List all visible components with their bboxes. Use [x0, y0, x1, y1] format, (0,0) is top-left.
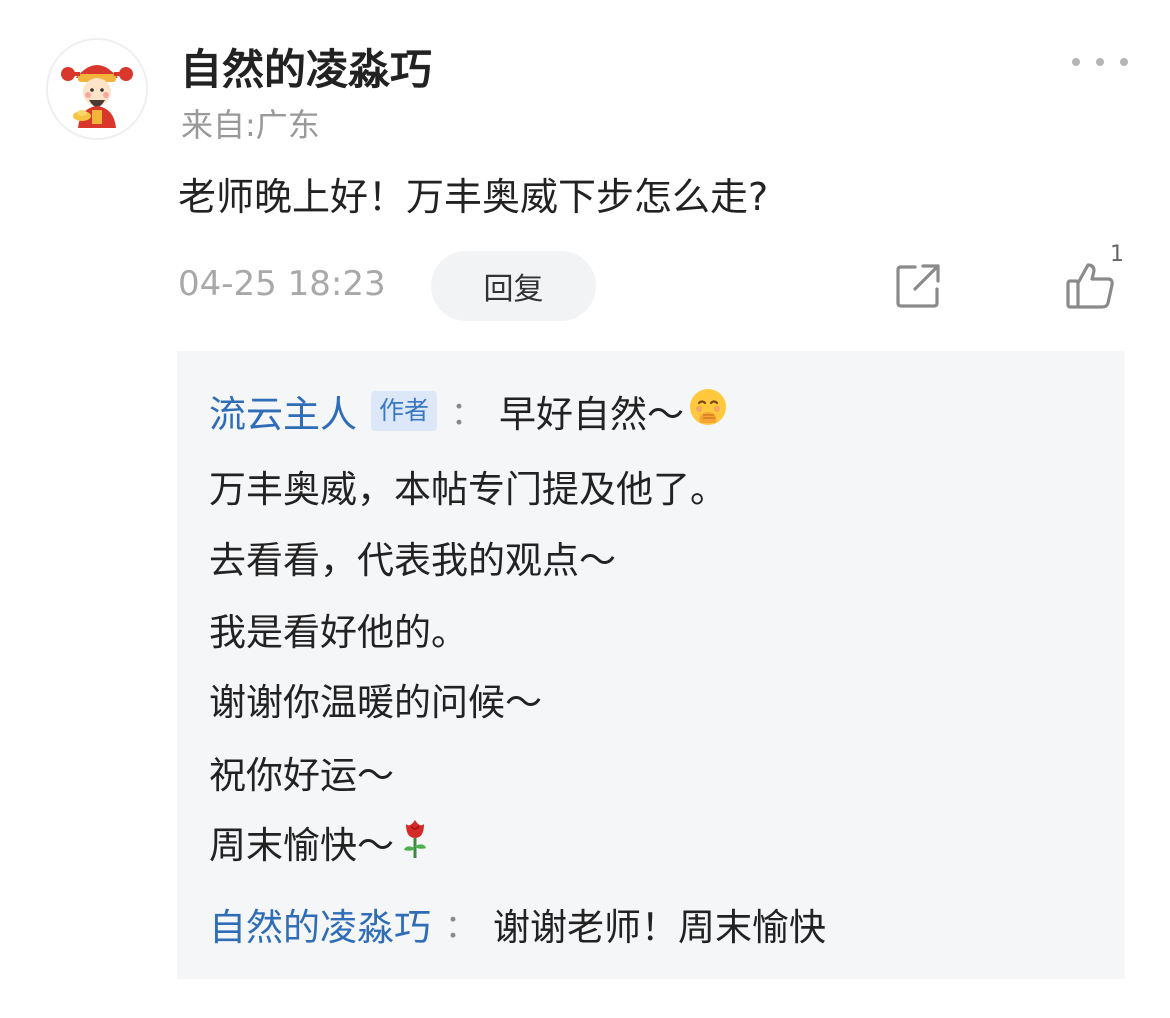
comment-username[interactable]: 自然的凌淼巧	[180, 36, 432, 97]
reply-text-line: 万丰奥威，本帖专门提及他了。	[209, 468, 727, 511]
more-dots-icon[interactable]	[1072, 50, 1128, 74]
reply-text-line: 周末愉快～	[209, 815, 430, 869]
reply-second: 自然的凌淼巧 ： 谢谢老师！周末愉快	[209, 897, 826, 951]
rose-icon	[400, 816, 430, 869]
reply-colon: ：	[445, 907, 478, 945]
comment-location: 来自:广东	[181, 106, 320, 144]
reply-button[interactable]: 回复	[431, 251, 596, 321]
smiling-face-with-hand-over-mouth-icon	[688, 387, 728, 436]
reply-text-line: 谢谢老师！周末愉快	[493, 906, 827, 949]
god-of-wealth-avatar-icon	[48, 40, 146, 138]
comment-text: 老师晚上好！万丰奥威下步怎么走?	[178, 175, 769, 219]
comment-card: 自然的凌淼巧 来自:广东 老师晚上好！万丰奥威下步怎么走? 04-25 18:2…	[0, 0, 1170, 1018]
avatar[interactable]	[46, 38, 148, 140]
share-icon[interactable]	[893, 261, 943, 311]
reply-text-line: 谢谢你温暖的问候～	[209, 681, 542, 724]
reply-text-line: 我是看好他的。	[209, 611, 468, 654]
author-badge: 作者	[371, 391, 438, 431]
reply-author[interactable]: 流云主人	[209, 384, 357, 438]
reply-text-line: 祝你好运～	[209, 754, 394, 797]
like-count: 1	[1110, 242, 1124, 267]
reply-colon: ：	[451, 394, 484, 432]
reply-text-line: 早好自然～	[499, 393, 685, 436]
thumbs-up-icon[interactable]	[1064, 259, 1116, 311]
comment-timestamp: 04-25 18:23	[178, 264, 386, 304]
reply-text-line: 去看看，代表我的观点～	[209, 539, 616, 582]
reply-thread	[177, 351, 1125, 979]
reply-first-line: 流云主人 作者 ： 早好自然～	[209, 384, 728, 438]
reply-author[interactable]: 自然的凌淼巧	[209, 897, 431, 951]
